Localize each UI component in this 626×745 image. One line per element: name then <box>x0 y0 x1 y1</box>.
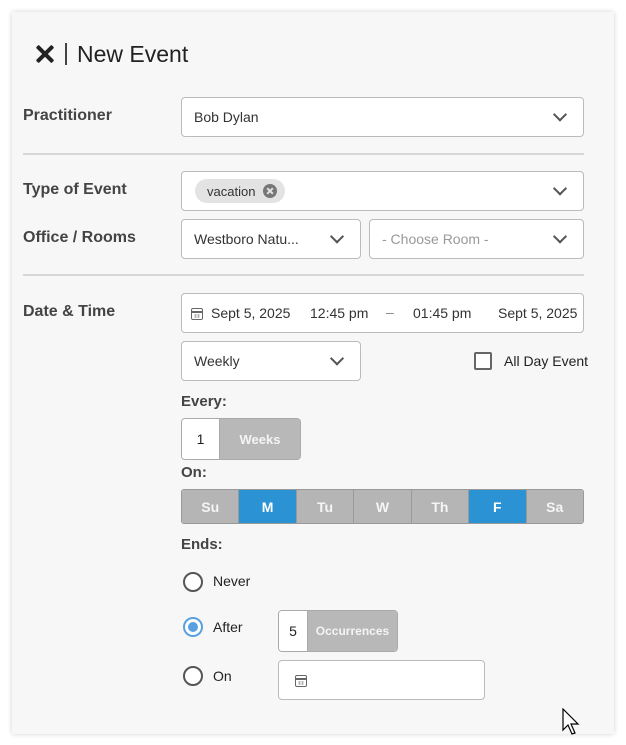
occurrences-stepper[interactable]: 5 Occurrences <box>278 610 398 652</box>
date-time-label: Date & Time <box>23 303 116 320</box>
practitioner-label: Practitioner <box>23 107 112 124</box>
room-select[interactable]: - Choose Room - <box>369 219 584 259</box>
date-time-range[interactable]: Sept 5, 2025 12:45 pm – 01:45 pm Sept 5,… <box>181 293 584 333</box>
start-date[interactable]: Sept 5, 2025 <box>211 305 290 321</box>
room-placeholder: - Choose Room - <box>382 231 489 247</box>
day-wednesday[interactable]: W <box>354 490 412 523</box>
all-day-checkbox[interactable] <box>474 352 492 370</box>
chevron-down-icon <box>552 181 568 196</box>
calendar-icon <box>295 675 307 687</box>
ends-on-label: On <box>213 668 232 684</box>
chevron-down-icon <box>552 107 568 122</box>
every-unit: Weeks <box>220 419 300 459</box>
ends-label: Ends: <box>181 536 223 553</box>
end-time[interactable]: 01:45 pm <box>413 305 471 321</box>
ends-after-radio[interactable] <box>183 617 203 637</box>
event-type-label: Type of Event <box>23 181 127 198</box>
chevron-down-icon <box>329 229 345 244</box>
divider <box>23 274 584 276</box>
every-label: Every: <box>181 393 227 410</box>
header-separator <box>65 43 67 65</box>
event-type-chip: vacation <box>195 179 286 203</box>
end-date[interactable]: Sept 5, 2025 <box>498 305 577 321</box>
ends-never-radio[interactable] <box>183 572 203 592</box>
new-event-panel: New Event Practitioner Bob Dylan Type of… <box>12 12 614 734</box>
office-rooms-label: Office / Rooms <box>23 229 136 246</box>
day-friday[interactable]: F <box>469 490 527 523</box>
end-date-field[interactable] <box>278 660 485 700</box>
on-label: On: <box>181 464 207 481</box>
day-saturday[interactable]: Sa <box>526 490 583 523</box>
recurrence-select[interactable]: Weekly <box>181 341 361 381</box>
divider <box>23 153 584 155</box>
start-time[interactable]: 12:45 pm <box>310 305 368 321</box>
panel-header: New Event <box>34 40 188 68</box>
day-monday[interactable]: M <box>239 490 297 523</box>
page-title: New Event <box>77 40 189 67</box>
chevron-down-icon <box>329 351 345 366</box>
day-sunday[interactable]: Su <box>182 490 240 523</box>
practitioner-select[interactable]: Bob Dylan <box>181 97 584 137</box>
chevron-down-icon <box>552 229 568 244</box>
occurrences-value[interactable]: 5 <box>279 611 308 651</box>
calendar-icon <box>191 308 203 320</box>
weekday-selector: Su M Tu W Th F Sa <box>181 489 584 524</box>
occurrences-unit: Occurrences <box>308 611 397 651</box>
ends-on-radio[interactable] <box>183 666 203 686</box>
ends-after-label: After <box>213 619 243 635</box>
chip-label: vacation <box>207 183 256 199</box>
recurrence-value: Weekly <box>194 353 240 369</box>
remove-chip-icon[interactable] <box>263 184 278 198</box>
mouse-cursor-icon <box>562 708 580 735</box>
office-select[interactable]: Westboro Natu... <box>181 219 361 259</box>
every-stepper[interactable]: 1 Weeks <box>181 418 301 460</box>
day-tuesday[interactable]: Tu <box>296 490 355 523</box>
range-dash: – <box>386 304 394 320</box>
day-thursday[interactable]: Th <box>411 490 470 523</box>
practitioner-value: Bob Dylan <box>194 109 259 125</box>
ends-never-label: Never <box>213 573 251 589</box>
all-day-label: All Day Event <box>504 353 589 369</box>
event-type-select[interactable]: vacation <box>181 171 584 211</box>
every-value[interactable]: 1 <box>182 419 220 459</box>
office-value: Westboro Natu... <box>194 231 299 247</box>
close-icon[interactable] <box>34 43 56 65</box>
